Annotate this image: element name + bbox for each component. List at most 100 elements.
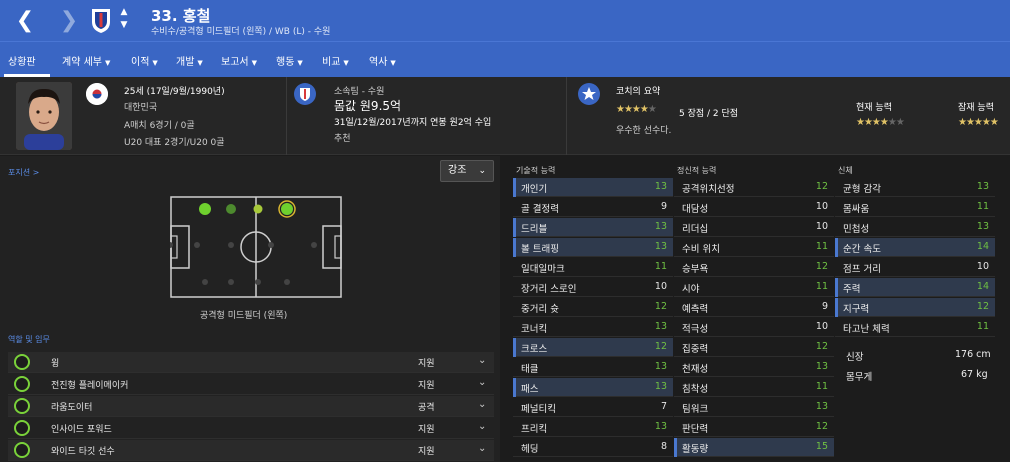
tab-transfer[interactable]: 이적 ▼: [131, 53, 158, 68]
attribute-row[interactable]: 활동량 15: [674, 438, 834, 457]
attribute-row[interactable]: 드리블 13: [513, 218, 673, 237]
role-duty[interactable]: 공격: [418, 400, 435, 413]
attribute-row[interactable]: 수비 위치 11: [674, 238, 834, 257]
attribute-value: 13: [815, 361, 828, 372]
current-ability-label: 현재 능력: [856, 103, 892, 113]
role-duty[interactable]: 지원: [418, 422, 435, 435]
chevron-down-icon[interactable]: ⌄: [478, 443, 486, 454]
attribute-row[interactable]: 패스 13: [513, 378, 673, 397]
attribute-value: 12: [654, 301, 667, 312]
attribute-row[interactable]: 크로스 12: [513, 338, 673, 357]
attribute-value: 12: [815, 421, 828, 432]
highlight-select[interactable]: 강조 ⌄: [440, 160, 494, 182]
attribute-value: 15: [815, 441, 828, 452]
attribute-name: 대담성: [682, 204, 709, 215]
strengths-weaknesses: 5 장점 / 2 단점: [679, 109, 739, 119]
attribute-row[interactable]: 타고난 체력 11: [835, 318, 995, 337]
role-duty[interactable]: 지원: [418, 378, 435, 391]
attribute-row[interactable]: 몸싸움 11: [835, 198, 995, 217]
attribute-value: 14: [976, 241, 989, 252]
attribute-name: 드리블: [521, 224, 548, 235]
role-duty[interactable]: 지원: [418, 444, 435, 457]
attribute-name: 페널티킥: [521, 404, 556, 415]
role-name: 인사이드 포워드: [51, 425, 112, 435]
attribute-row[interactable]: 공격위치선정 12: [674, 178, 834, 197]
chevron-down-icon[interactable]: ⌄: [478, 377, 486, 388]
attribute-value: 13: [654, 181, 667, 192]
attribute-value: 7: [660, 401, 667, 412]
attribute-value: 13: [815, 401, 828, 412]
attribute-row[interactable]: 코너킥 13: [513, 318, 673, 337]
attribute-row[interactable]: 균형 감각 13: [835, 178, 995, 197]
player-age: 25세 (17일/9월/1990년): [124, 87, 225, 97]
attribute-name: 균형 감각: [843, 184, 881, 195]
attribute-value: 8: [660, 441, 667, 452]
tab-development[interactable]: 개발 ▼: [176, 53, 203, 68]
role-row[interactable]: 와이드 타깃 선수 지원 ⌄: [8, 440, 494, 461]
attribute-name: 순간 속도: [843, 244, 881, 255]
attribute-value: 12: [815, 181, 828, 192]
chevron-down-icon[interactable]: ⌄: [478, 399, 486, 410]
role-name: 라움도이터: [51, 403, 93, 413]
attribute-value: 9: [660, 201, 667, 212]
tab-overview[interactable]: 상황판: [8, 53, 36, 68]
attribute-row[interactable]: 지구력 12: [835, 298, 995, 317]
chevron-down-icon[interactable]: ⌄: [478, 421, 486, 432]
attribute-value: 13: [654, 221, 667, 232]
coach-stars: ★★★★★: [616, 104, 657, 115]
positions-link[interactable]: 포지션 >: [8, 167, 39, 178]
star-badge-icon: [578, 83, 600, 105]
attribute-value: 11: [654, 261, 667, 272]
attribute-row[interactable]: 팀워크 13: [674, 398, 834, 417]
attribute-row[interactable]: 리더십 10: [674, 218, 834, 237]
selected-position-label: 공격형 미드필더 (왼쪽): [200, 311, 288, 321]
attribute-row[interactable]: 예측력 9: [674, 298, 834, 317]
role-row[interactable]: 전진형 플레이메이커 지원 ⌄: [8, 374, 494, 395]
technical-title: 기술적 능력: [516, 166, 556, 175]
attribute-row[interactable]: 시야 11: [674, 278, 834, 297]
attribute-value: 10: [815, 221, 828, 232]
attribute-value: 13: [976, 221, 989, 232]
tab-contract[interactable]: 계약 세부 ▼: [62, 53, 110, 68]
divider: [286, 77, 287, 155]
role-row[interactable]: 라움도이터 공격 ⌄: [8, 396, 494, 417]
attribute-row[interactable]: 골 결정력 9: [513, 198, 673, 217]
player-switch-icon[interactable]: ▲ ▼: [118, 6, 130, 32]
attribute-row[interactable]: 장거리 스로인 10: [513, 278, 673, 297]
attribute-row[interactable]: 프리킥 13: [513, 418, 673, 437]
attribute-row[interactable]: 적극성 10: [674, 318, 834, 337]
tab-reports[interactable]: 보고서 ▼: [221, 53, 257, 68]
role-row[interactable]: 윙 지원 ⌄: [8, 352, 494, 373]
attribute-row[interactable]: 페널티킥 7: [513, 398, 673, 417]
attribute-row[interactable]: 집중력 12: [674, 338, 834, 357]
player-a-caps: A매치 6경기 / 0골: [124, 121, 195, 131]
tab-history[interactable]: 역사 ▼: [369, 53, 396, 68]
attribute-row[interactable]: 천재성 13: [674, 358, 834, 377]
attribute-row[interactable]: 판단력 12: [674, 418, 834, 437]
tab-compare[interactable]: 비교 ▼: [322, 53, 349, 68]
attribute-row[interactable]: 점프 거리 10: [835, 258, 995, 277]
attribute-row[interactable]: 개인기 13: [513, 178, 673, 197]
attribute-row[interactable]: 침착성 11: [674, 378, 834, 397]
role-row[interactable]: 인사이드 포워드 지원 ⌄: [8, 418, 494, 439]
player-nationality: 대한민국: [124, 103, 158, 113]
role-duty[interactable]: 지원: [418, 356, 435, 369]
attribute-row[interactable]: 민첩성 13: [835, 218, 995, 237]
role-suitability-icon: [14, 376, 30, 392]
tab-actions[interactable]: 행동 ▼: [276, 53, 303, 68]
attribute-row[interactable]: 순간 속도 14: [835, 238, 995, 257]
back-arrow-icon[interactable]: ❮: [12, 8, 38, 34]
forward-arrow-icon[interactable]: ❯: [58, 8, 80, 34]
attribute-row[interactable]: 일대일마크 11: [513, 258, 673, 277]
attribute-row[interactable]: 중거리 슛 12: [513, 298, 673, 317]
attribute-name: 몸싸움: [843, 204, 870, 215]
attribute-row[interactable]: 승부욕 12: [674, 258, 834, 277]
attribute-row[interactable]: 태클 13: [513, 358, 673, 377]
player-position-line: 수비수/공격형 미드필더 (왼쪽) / WB (L) - 수원: [151, 27, 331, 37]
chevron-down-icon[interactable]: ⌄: [478, 355, 486, 366]
attribute-row[interactable]: 볼 트래핑 13: [513, 238, 673, 257]
attribute-row[interactable]: 헤딩 8: [513, 438, 673, 457]
weight-value: 67 kg: [961, 369, 988, 380]
attribute-row[interactable]: 주력 14: [835, 278, 995, 297]
attribute-row[interactable]: 대담성 10: [674, 198, 834, 217]
